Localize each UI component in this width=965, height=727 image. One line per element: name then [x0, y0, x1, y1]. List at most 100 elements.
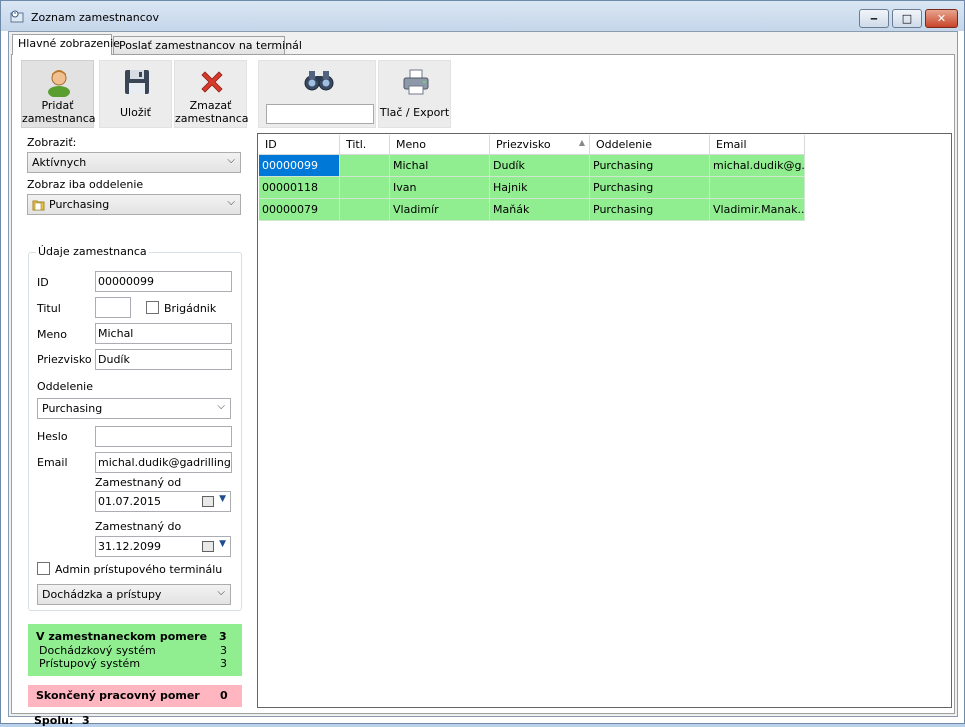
access-system-label: Prístupový systém — [39, 657, 141, 670]
tab-send-to-terminal[interactable]: Poslať zamestnancov na terminál — [113, 36, 302, 54]
table-row[interactable]: 00000079 Vladimír Maňák Purchasing Vladi… — [259, 199, 805, 221]
chevron-down-icon: ⌵ — [227, 197, 235, 208]
col-header-id[interactable]: ID — [259, 135, 340, 155]
cell-surname[interactable]: Dudík — [490, 155, 590, 177]
dept-filter-select[interactable]: Purchasing ⌵ — [27, 194, 241, 215]
cell-email[interactable]: Vladimir.Manak... — [710, 199, 805, 221]
col-header-department[interactable]: Oddelenie — [590, 135, 710, 155]
id-field[interactable]: 00000099 — [95, 271, 232, 292]
show-filter-select[interactable]: Aktívnych ⌵ — [27, 152, 241, 173]
col-header-name[interactable]: Meno — [390, 135, 490, 155]
cell-title[interactable] — [340, 177, 390, 199]
access-type-select[interactable]: Dochádzka a prístupy ⌵ — [37, 584, 231, 605]
ended-count: 0 — [220, 689, 228, 702]
title-field[interactable] — [95, 297, 131, 318]
table-row[interactable]: 00000118 Ivan Hajnik Purchasing — [259, 177, 805, 199]
cell-title[interactable] — [340, 199, 390, 221]
cell-department[interactable]: Purchasing — [590, 155, 710, 177]
print-export-button[interactable]: Tlač / Export — [378, 60, 451, 128]
admin-terminal-checkbox[interactable] — [37, 562, 50, 575]
employed-from-label: Zamestnaný od — [95, 476, 182, 489]
chevron-down-icon: ⌵ — [217, 401, 225, 412]
user-add-icon — [48, 70, 70, 97]
title-label: Titul — [37, 302, 61, 315]
cell-surname[interactable]: Hajnik — [490, 177, 590, 199]
attendance-count: 3 — [220, 644, 227, 657]
employed-to-value: 31.12.2099 — [98, 540, 161, 553]
title-bar[interactable]: Zoznam zamestnancov ‒ □ ✕ — [1, 1, 964, 31]
minimize-button[interactable]: ‒ — [859, 9, 889, 28]
name-field[interactable]: Michal — [95, 323, 232, 344]
department-select[interactable]: Purchasing ⌵ — [37, 398, 231, 419]
cell-surname[interactable]: Maňák — [490, 199, 590, 221]
table-row[interactable]: 00000099 Michal Dudík Purchasing michal.… — [259, 155, 805, 177]
cell-id[interactable]: 00000118 — [259, 177, 340, 199]
cell-email[interactable] — [710, 177, 805, 199]
maximize-icon: □ — [901, 12, 913, 25]
cell-department[interactable]: Purchasing — [590, 199, 710, 221]
cell-department[interactable]: Purchasing — [590, 177, 710, 199]
col-header-email[interactable]: Email — [710, 135, 805, 155]
employed-to-label: Zamestnaný do — [95, 520, 182, 533]
password-field[interactable] — [95, 426, 232, 447]
dept-filter-label: Zobraz iba oddelenie — [27, 178, 144, 191]
surname-label: Priezvisko — [37, 353, 92, 366]
total-label: Spolu: — [34, 714, 74, 727]
add-employee-label-1: Pridať — [41, 99, 74, 112]
search-panel — [258, 60, 376, 128]
close-button[interactable]: ✕ — [925, 9, 958, 28]
employed-from-datepicker[interactable]: 01.07.2015 ▼ — [95, 491, 231, 512]
window-title: Zoznam zamestnancov — [31, 11, 159, 24]
cell-name[interactable]: Ivan — [390, 177, 490, 199]
employee-details-title: Údaje zamestnanca — [36, 245, 149, 258]
brigadnik-label: Brigádnik — [164, 302, 217, 315]
delete-x-icon — [201, 71, 223, 93]
attendance-label: Dochádzkový systém — [39, 644, 156, 657]
chevron-down-icon: ▼ — [219, 539, 226, 549]
delete-employee-button[interactable]: Zmazať zamestnanca — [174, 60, 249, 128]
cell-id[interactable]: 00000099 — [259, 155, 340, 177]
brigadnik-checkbox[interactable] — [146, 301, 159, 314]
cell-name[interactable]: Michal — [390, 155, 490, 177]
tab-main-view[interactable]: Hlavné zobrazenie — [12, 34, 120, 55]
ended-summary: Skončený pracovný pomer 0 — [28, 685, 242, 707]
minimize-icon: ‒ — [870, 12, 878, 25]
delete-employee-label-2: zamestnanca — [175, 112, 249, 125]
print-export-label: Tlač / Export — [379, 106, 450, 119]
col-header-title[interactable]: Titl. — [340, 135, 390, 155]
save-label: Uložiť — [120, 106, 151, 119]
app-window: Zoznam zamestnancov ‒ □ ✕ Hlavné zobraze… — [0, 0, 965, 727]
save-disk-icon — [125, 70, 149, 94]
maximize-button[interactable]: □ — [892, 9, 922, 28]
id-label: ID — [37, 276, 49, 289]
employed-count: 3 — [219, 630, 227, 643]
department-label: Oddelenie — [37, 380, 94, 393]
ended-label: Skončený pracovný pomer — [36, 689, 200, 702]
cell-id[interactable]: 00000079 — [259, 199, 340, 221]
calendar-icon — [202, 541, 214, 552]
name-label: Meno — [37, 328, 67, 341]
main-tab-panel: Pridať zamestnanca Uložiť Zmazať zamestn… — [11, 54, 955, 727]
calendar-icon — [202, 496, 214, 507]
add-employee-button[interactable]: Pridať zamestnanca — [21, 60, 96, 128]
surname-field[interactable]: Dudík — [95, 349, 232, 370]
app-icon — [10, 10, 24, 23]
email-field[interactable]: michal.dudik@gadrilling.com — [95, 452, 232, 473]
chevron-down-icon: ⌵ — [217, 587, 225, 598]
close-icon: ✕ — [936, 12, 947, 25]
add-employee-label-2: zamestnanca — [22, 112, 96, 125]
employed-to-datepicker[interactable]: 31.12.2099 ▼ — [95, 536, 231, 557]
sort-ascending-icon: ▲ — [578, 138, 585, 147]
employed-from-value: 01.07.2015 — [98, 495, 161, 508]
employee-table[interactable]: ID Titl. Meno Priezvisko ▲ Oddelenie Ema… — [257, 133, 952, 708]
cell-name[interactable]: Vladimír — [390, 199, 490, 221]
search-input[interactable] — [266, 104, 374, 124]
col-header-surname[interactable]: Priezvisko ▲ — [490, 135, 590, 155]
binoculars-icon[interactable] — [303, 68, 335, 92]
chevron-down-icon: ▼ — [219, 494, 226, 504]
password-label: Heslo — [37, 430, 68, 443]
save-button[interactable]: Uložiť — [99, 60, 172, 128]
cell-title[interactable] — [340, 155, 390, 177]
dept-filter-value: Purchasing — [49, 198, 110, 211]
cell-email[interactable]: michal.dudik@g... — [710, 155, 805, 177]
